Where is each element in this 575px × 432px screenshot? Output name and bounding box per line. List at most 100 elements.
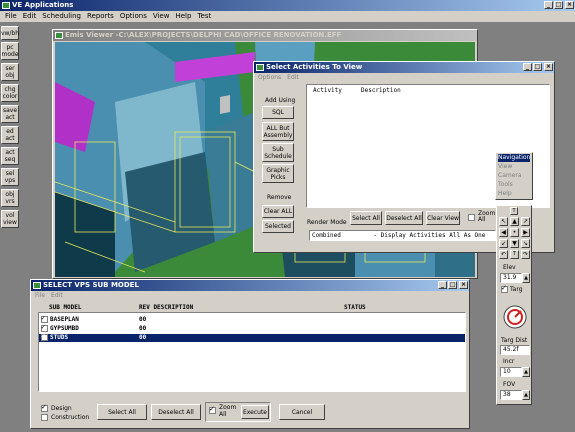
nav-tilt-down-icon[interactable]: ↶ <box>499 250 508 259</box>
selected-button[interactable]: Selected <box>262 220 294 233</box>
activities-title: Select Activities To View <box>266 63 363 71</box>
construction-checkbox[interactable] <box>41 414 48 421</box>
clear-view-button[interactable]: Clear View <box>426 211 460 225</box>
nav-back-icon[interactable]: ▼ <box>510 239 519 248</box>
tool-vwbh[interactable]: vw/bh <box>1 26 19 40</box>
fov-input[interactable]: 38 <box>500 390 522 400</box>
row-checkbox[interactable] <box>41 314 48 323</box>
targ-label: Targ <box>510 286 523 293</box>
vps-menu-edit[interactable]: Edit <box>51 292 63 299</box>
activities-deselect-all-button[interactable]: Deselect All <box>385 211 423 225</box>
header-sub-model: SUB MODEL <box>49 304 82 311</box>
menu-view[interactable]: View <box>153 12 170 20</box>
vps-menu-file[interactable]: File <box>35 292 45 299</box>
vps-close[interactable]: × <box>459 281 468 289</box>
elev-input[interactable]: 31.9 <box>500 273 522 283</box>
execute-button[interactable]: Execute <box>241 405 269 419</box>
incr-spinner[interactable]: ▲ <box>522 367 530 377</box>
sub-model-list[interactable]: BASEPLAN 00 GYPSUMBD 00 STUDS 00 <box>38 312 466 392</box>
row-name: GYPSUMBD <box>50 325 79 332</box>
nav-right-icon[interactable]: ▶ <box>521 228 530 237</box>
menu-edit[interactable]: Edit <box>23 12 37 20</box>
vps-minimize[interactable]: _ <box>438 281 447 289</box>
cancel-button[interactable]: Cancel <box>279 404 325 420</box>
menu-test[interactable]: Test <box>197 12 211 20</box>
all-but-assembly-button[interactable]: ALL But Assembly <box>262 122 294 141</box>
tool-vol-view[interactable]: vol view <box>1 210 19 228</box>
menu-navigation[interactable]: Navigation <box>498 154 530 162</box>
tool-pc-mode[interactable]: pc mode <box>1 42 19 60</box>
tool-chg-color[interactable]: chg color <box>1 84 19 102</box>
row-checkbox[interactable] <box>41 332 48 341</box>
clear-all-button[interactable]: Clear ALL <box>262 205 294 218</box>
tool-obj-vrs[interactable]: obj vrs <box>1 189 19 207</box>
table-row[interactable]: GYPSUMBD 00 <box>39 323 465 333</box>
menu-file[interactable]: File <box>5 12 17 20</box>
render-mode-select[interactable]: Combined - Display Activities All As One <box>309 230 496 241</box>
menu-view-item[interactable]: View <box>498 162 530 171</box>
nav-bottom-button[interactable]: T <box>510 250 519 259</box>
row-name: BASEPLAN <box>50 316 79 323</box>
activities-select-all-button[interactable]: Select All <box>350 211 382 225</box>
nav-down-right-icon[interactable]: ↘ <box>521 239 530 248</box>
nav-down-left-icon[interactable]: ↙ <box>499 239 508 248</box>
targ-checkbox[interactable] <box>501 284 508 293</box>
sub-schedule-button[interactable]: Sub Schedule <box>262 143 294 162</box>
tool-ed-act[interactable]: ed act <box>1 126 19 144</box>
activities-titlebar: Select Activities To View _ □ × <box>254 62 554 73</box>
activities-close[interactable]: × <box>544 63 553 71</box>
nav-left-icon[interactable]: ◀ <box>499 228 508 237</box>
tool-sel-vps[interactable]: sel vps <box>1 168 19 186</box>
design-checkbox[interactable] <box>41 403 48 412</box>
nav-rotate-right-icon[interactable]: ↗ <box>521 217 530 226</box>
vps-titlebar: SELECT VPS SUB MODEL _ □ × <box>31 280 469 291</box>
targ-dist-label: Targ Dist <box>501 337 528 344</box>
vps-zoom-all-checkbox[interactable] <box>209 405 216 414</box>
close-button[interactable]: × <box>565 1 574 9</box>
maximize-button[interactable]: □ <box>554 1 563 9</box>
row-checkbox[interactable] <box>41 323 48 332</box>
nav-up-button[interactable]: T <box>510 207 518 215</box>
emis-titlebar: Emis Viewer -C:\ALEX\PROJECTS\DELPHI CAD… <box>53 30 477 41</box>
menu-help[interactable]: Help <box>175 12 191 20</box>
targ-dist-input[interactable]: 45.2f <box>500 345 530 355</box>
direction-dial-icon[interactable] <box>503 305 527 329</box>
header-rev-description: REV DESCRIPTION <box>139 304 194 311</box>
elev-spinner[interactable]: ▲ <box>522 273 530 283</box>
vps-select-all-button[interactable]: Select All <box>97 404 147 420</box>
tool-ser-obj[interactable]: ser obj <box>1 63 19 81</box>
incr-input[interactable]: 10 <box>500 367 522 377</box>
minimize-button[interactable]: _ <box>544 1 553 9</box>
vps-deselect-all-button[interactable]: Deselect All <box>151 404 201 420</box>
menu-tools[interactable]: Tools <box>498 180 530 189</box>
tool-save-act[interactable]: save act <box>1 105 19 123</box>
graphic-picks-button[interactable]: Graphic Picks <box>262 164 294 183</box>
table-row-selected[interactable]: STUDS 00 <box>39 332 465 342</box>
menu-options[interactable]: Options <box>120 12 147 20</box>
nav-forward-icon[interactable]: ▲ <box>510 217 519 226</box>
tool-act-seq[interactable]: act seq <box>1 147 19 165</box>
activities-minimize[interactable]: _ <box>523 63 532 71</box>
fov-spinner[interactable]: ▲ <box>522 390 530 400</box>
activities-menu-edit[interactable]: Edit <box>287 74 299 81</box>
activities-maximize[interactable]: □ <box>533 63 542 71</box>
nav-rotate-left-icon[interactable]: ↖ <box>499 217 508 226</box>
menu-help-item[interactable]: Help <box>498 189 530 198</box>
menu-camera[interactable]: Camera <box>498 171 530 180</box>
construction-label: Construction <box>51 414 90 421</box>
nav-center-icon[interactable]: • <box>510 228 519 237</box>
nav-tilt-up-icon[interactable]: ↷ <box>521 250 530 259</box>
vps-title: SELECT VPS SUB MODEL <box>43 281 139 289</box>
table-row[interactable]: BASEPLAN 00 <box>39 314 465 324</box>
menu-reports[interactable]: Reports <box>87 12 114 20</box>
row-rev: 00 <box>139 316 147 323</box>
activities-menu-options[interactable]: Options <box>258 74 281 81</box>
vps-menu: File Edit <box>35 292 69 299</box>
vps-maximize[interactable]: □ <box>448 281 457 289</box>
menu-scheduling[interactable]: Scheduling <box>42 12 81 20</box>
design-label: Design <box>51 405 72 412</box>
vps-window: SELECT VPS SUB MODEL _ □ × File Edit SUB MO… <box>30 279 470 429</box>
sql-button[interactable]: SQL <box>262 106 294 119</box>
app-titlebar: VE Applications _ □ × <box>0 0 575 11</box>
activities-zoom-all-checkbox[interactable] <box>468 214 475 221</box>
